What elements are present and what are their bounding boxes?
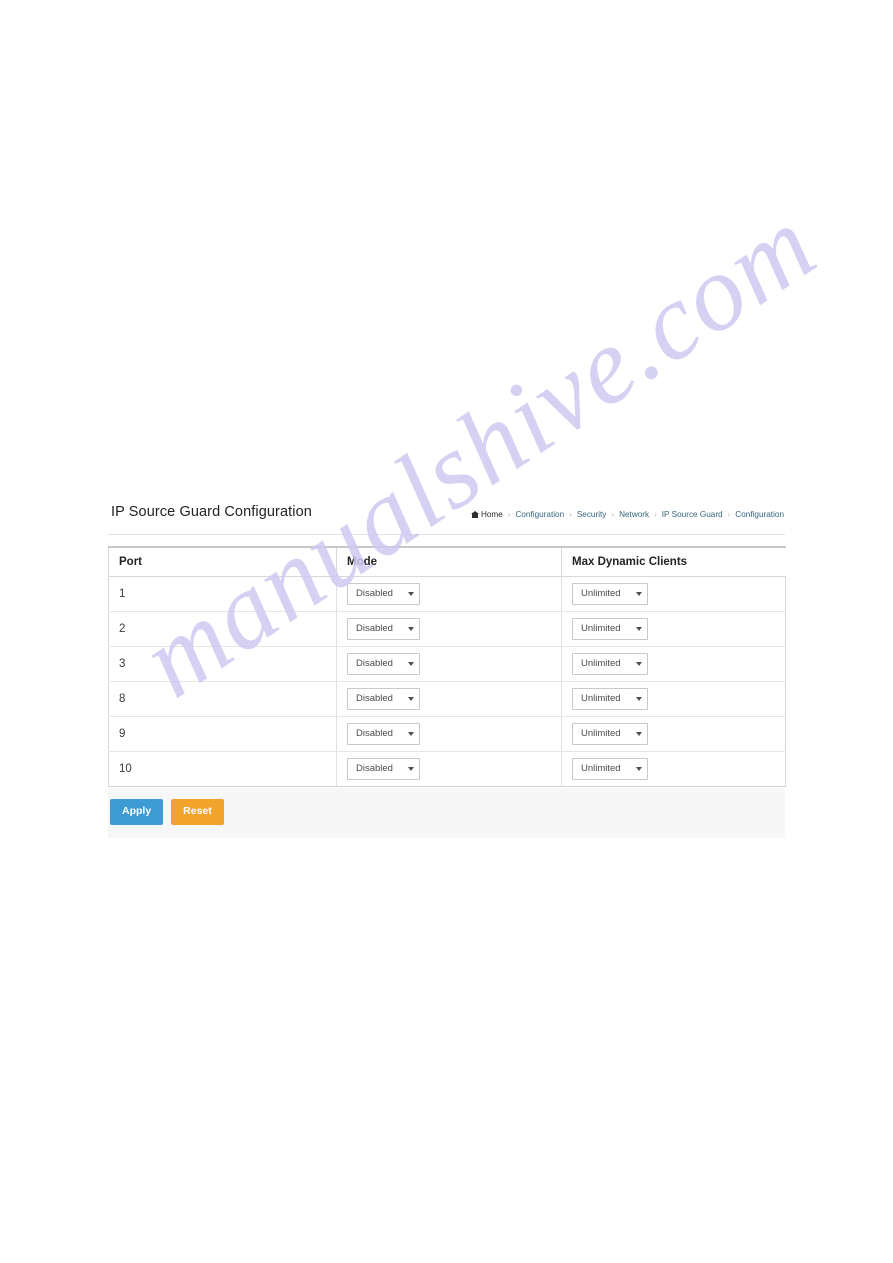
port-number: 3 <box>119 658 126 670</box>
table-row: 1 Disabled Unlimited <box>108 576 786 612</box>
screen-body: Port Mode Max Dynamic Clients 1 Disabled <box>108 535 786 787</box>
chevron-down-icon <box>636 732 642 736</box>
cell-mode: Disabled <box>336 681 562 717</box>
column-header-port: Port <box>108 546 337 577</box>
mode-select[interactable]: Disabled <box>347 618 420 640</box>
max-dynamic-clients-value: Unlimited <box>581 693 621 705</box>
ip-source-guard-configuration-screen: IP Source Guard Configuration Home › Con… <box>108 501 786 838</box>
table-row: 3 Disabled Unlimited <box>108 646 786 682</box>
max-dynamic-clients-select[interactable]: Unlimited <box>572 653 648 675</box>
chevron-down-icon <box>408 732 414 736</box>
breadcrumb-item-home[interactable]: Home <box>470 510 504 519</box>
table-row: 2 Disabled Unlimited <box>108 611 786 647</box>
table-header-row: Port Mode Max Dynamic Clients <box>108 546 786 577</box>
cell-max-dynamic-clients: Unlimited <box>561 681 786 717</box>
page-title: IP Source Guard Configuration <box>111 504 312 520</box>
port-number: 1 <box>119 588 126 600</box>
cell-max-dynamic-clients: Unlimited <box>561 576 786 612</box>
mode-select-value: Disabled <box>356 763 393 775</box>
form-actions: Apply Reset <box>108 787 785 838</box>
mode-select-value: Disabled <box>356 588 393 600</box>
max-dynamic-clients-value: Unlimited <box>581 763 621 775</box>
port-number: 2 <box>119 623 126 635</box>
breadcrumb: Home › Configuration › Security › Networ… <box>470 510 785 519</box>
breadcrumb-item-network[interactable]: Network <box>618 510 650 519</box>
breadcrumb-item-security[interactable]: Security <box>576 510 608 519</box>
port-number: 10 <box>119 763 132 775</box>
chevron-down-icon <box>636 662 642 666</box>
cell-mode: Disabled <box>336 611 562 647</box>
mode-select[interactable]: Disabled <box>347 723 420 745</box>
chevron-down-icon <box>408 592 414 596</box>
breadcrumb-separator: › <box>569 510 572 519</box>
mode-select[interactable]: Disabled <box>347 653 420 675</box>
max-dynamic-clients-select[interactable]: Unlimited <box>572 618 648 640</box>
column-header-max-dynamic-clients: Max Dynamic Clients <box>561 546 786 577</box>
mode-select-value: Disabled <box>356 623 393 635</box>
cell-max-dynamic-clients: Unlimited <box>561 716 786 752</box>
apply-button[interactable]: Apply <box>110 799 164 825</box>
chevron-down-icon <box>408 767 414 771</box>
chevron-down-icon <box>408 662 414 666</box>
max-dynamic-clients-select[interactable]: Unlimited <box>572 583 648 605</box>
max-dynamic-clients-value: Unlimited <box>581 728 621 740</box>
cell-port: 3 <box>108 646 337 682</box>
mode-select[interactable]: Disabled <box>347 583 420 605</box>
cell-port: 1 <box>108 576 337 612</box>
breadcrumb-separator: › <box>611 510 615 519</box>
cell-max-dynamic-clients: Unlimited <box>561 611 786 647</box>
screen-header: IP Source Guard Configuration Home › Con… <box>108 501 785 535</box>
column-header-mode: Mode <box>336 546 562 577</box>
cell-mode: Disabled <box>336 646 562 682</box>
table-row: 10 Disabled Unlimited <box>108 751 786 787</box>
chevron-down-icon <box>636 627 642 631</box>
cell-mode: Disabled <box>336 751 562 787</box>
breadcrumb-item-configuration-current: Configuration <box>735 510 784 519</box>
cell-port: 10 <box>108 751 337 787</box>
mode-select[interactable]: Disabled <box>347 688 420 710</box>
max-dynamic-clients-select[interactable]: Unlimited <box>572 758 648 780</box>
ip-source-guard-table: Port Mode Max Dynamic Clients 1 Disabled <box>108 546 786 787</box>
breadcrumb-separator: › <box>507 510 511 519</box>
cell-max-dynamic-clients: Unlimited <box>561 646 786 682</box>
cell-mode: Disabled <box>336 716 562 752</box>
home-icon <box>470 511 479 518</box>
chevron-down-icon <box>408 697 414 701</box>
cell-max-dynamic-clients: Unlimited <box>561 751 786 787</box>
chevron-down-icon <box>636 767 642 771</box>
breadcrumb-item-ip-source-guard[interactable]: IP Source Guard <box>661 510 724 519</box>
breadcrumb-separator: › <box>727 510 731 519</box>
max-dynamic-clients-select[interactable]: Unlimited <box>572 688 648 710</box>
chevron-down-icon <box>636 592 642 596</box>
port-number: 9 <box>119 728 126 740</box>
reset-button[interactable]: Reset <box>171 799 224 825</box>
mode-select-value: Disabled <box>356 728 393 740</box>
mode-select-value: Disabled <box>356 658 393 670</box>
table-row: 9 Disabled Unlimited <box>108 716 786 752</box>
chevron-down-icon <box>408 627 414 631</box>
mode-select-value: Disabled <box>356 693 393 705</box>
max-dynamic-clients-select[interactable]: Unlimited <box>572 723 648 745</box>
max-dynamic-clients-value: Unlimited <box>581 623 621 635</box>
port-number: 8 <box>119 693 126 705</box>
breadcrumb-separator: › <box>654 510 657 519</box>
cell-port: 8 <box>108 681 337 717</box>
cell-mode: Disabled <box>336 576 562 612</box>
breadcrumb-item-configuration[interactable]: Configuration <box>514 510 565 519</box>
mode-select[interactable]: Disabled <box>347 758 420 780</box>
cell-port: 9 <box>108 716 337 752</box>
table-row: 8 Disabled Unlimited <box>108 681 786 717</box>
max-dynamic-clients-value: Unlimited <box>581 588 621 600</box>
cell-port: 2 <box>108 611 337 647</box>
chevron-down-icon <box>636 697 642 701</box>
max-dynamic-clients-value: Unlimited <box>581 658 621 670</box>
breadcrumb-home-label: Home <box>480 510 503 519</box>
